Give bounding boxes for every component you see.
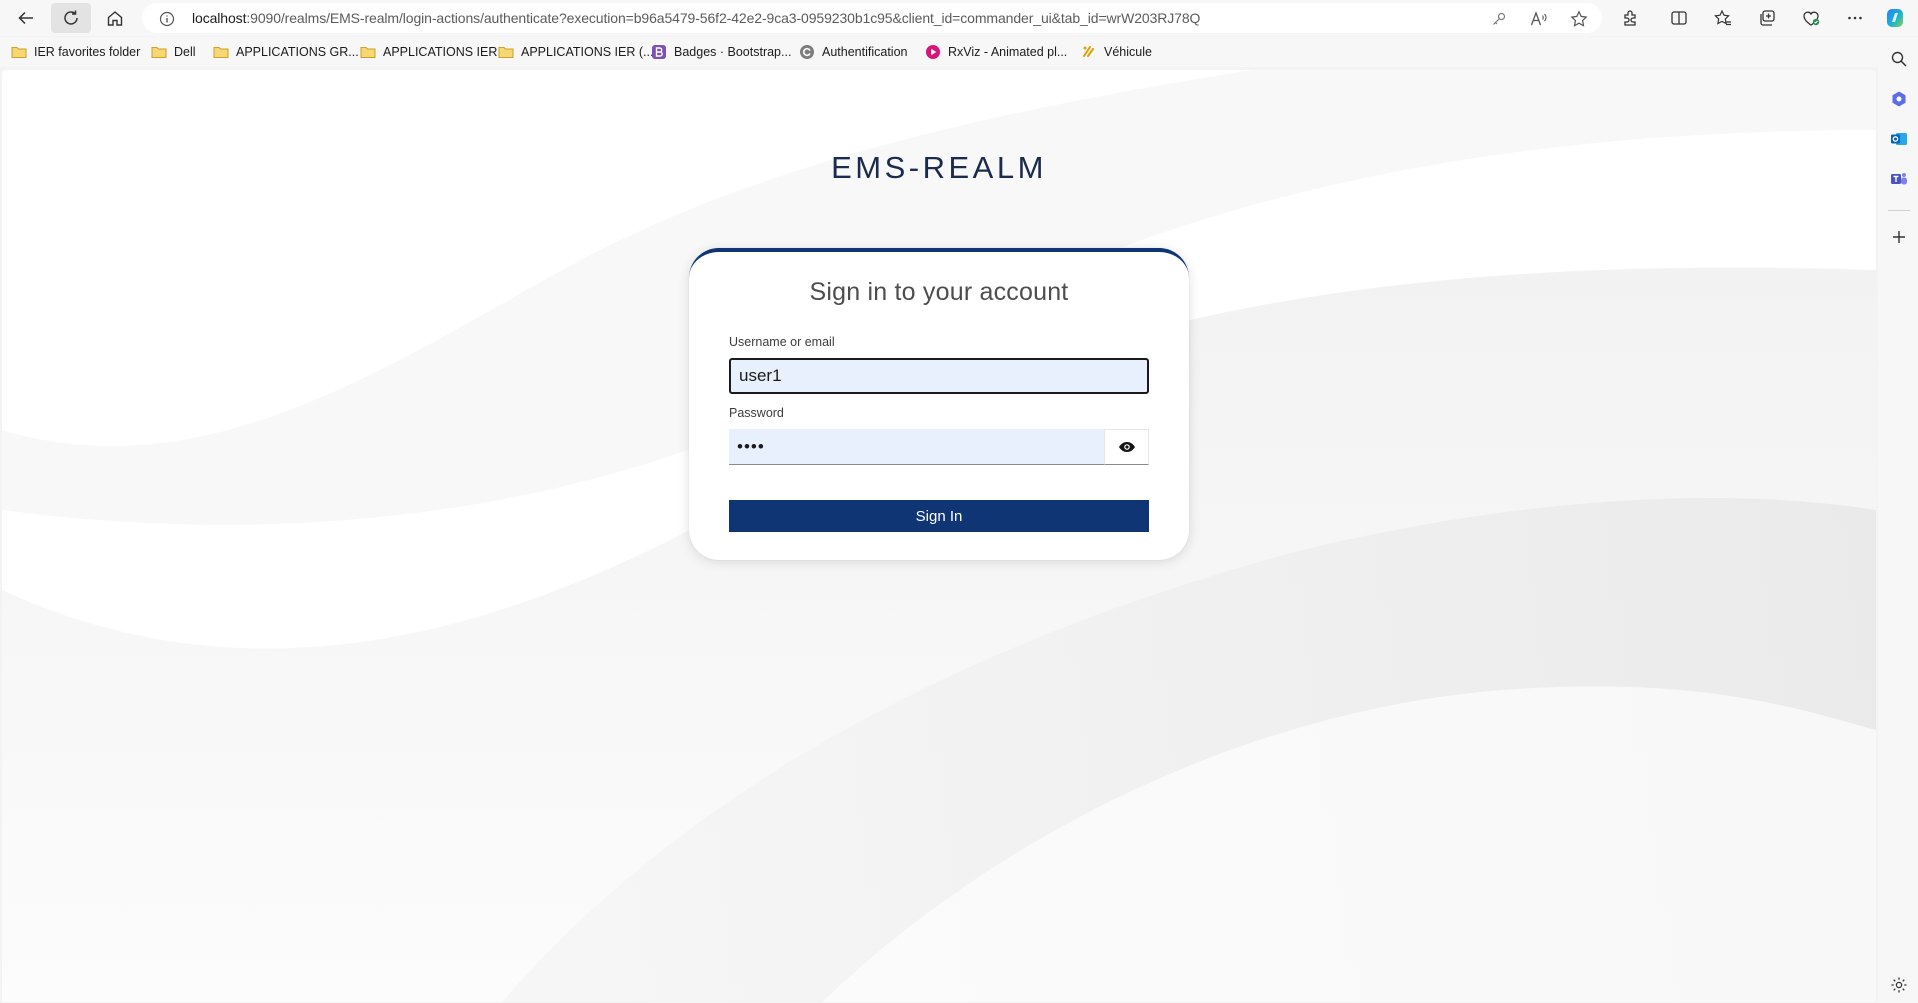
sign-in-button[interactable]: Sign In bbox=[729, 500, 1149, 532]
bookmark-label: IER favorites folder bbox=[34, 45, 141, 59]
site-icon bbox=[799, 44, 815, 60]
bookmark-item[interactable]: Dell bbox=[151, 41, 196, 63]
copilot-apps-icon[interactable] bbox=[1887, 87, 1911, 111]
card-title: Sign in to your account bbox=[809, 278, 1069, 306]
outlook-icon[interactable] bbox=[1887, 127, 1911, 151]
bookmark-item[interactable]: Véhicule bbox=[1081, 41, 1152, 63]
bookmark-label: Véhicule bbox=[1104, 45, 1152, 59]
bookmark-item[interactable]: APPLICATIONS GR... bbox=[213, 41, 359, 63]
key-icon[interactable] bbox=[1488, 8, 1510, 30]
home-button[interactable] bbox=[95, 3, 135, 33]
refresh-button[interactable] bbox=[51, 3, 91, 33]
car-icon bbox=[1081, 44, 1097, 60]
page-viewport: EMS-REALM Sign in to your account Userna… bbox=[2, 70, 1876, 1002]
address-host: localhost bbox=[192, 10, 247, 26]
username-label: Username or email bbox=[729, 335, 835, 349]
username-input[interactable] bbox=[729, 358, 1149, 394]
bootstrap-icon bbox=[651, 44, 667, 60]
browser-toolbar: localhost:9090/realms/EMS-realm/login-ac… bbox=[0, 0, 1918, 36]
bookmark-item[interactable]: APPLICATIONS IER bbox=[360, 41, 497, 63]
login-card: Sign in to your account Username or emai… bbox=[689, 248, 1189, 560]
settings-gear-icon[interactable] bbox=[1887, 973, 1911, 997]
favorite-star-icon[interactable] bbox=[1568, 8, 1590, 30]
bookmarks-bar: IER favorites folder Dell APPLICATIONS G… bbox=[0, 37, 1918, 67]
bookmark-label: Authentification bbox=[822, 45, 908, 59]
bookmark-item[interactable]: Badges · Bootstrap... bbox=[651, 41, 791, 63]
home-icon bbox=[107, 11, 123, 26]
bookmark-label: Badges · Bootstrap... bbox=[674, 45, 792, 59]
back-button[interactable] bbox=[6, 3, 46, 33]
folder-icon bbox=[498, 44, 514, 60]
bookmark-label: APPLICATIONS IER (... bbox=[521, 45, 654, 59]
browser-essentials-icon[interactable] bbox=[1798, 5, 1824, 31]
address-bar[interactable]: localhost:9090/realms/EMS-realm/login-ac… bbox=[142, 3, 1602, 33]
folder-icon bbox=[213, 44, 229, 60]
read-aloud-icon[interactable] bbox=[1528, 8, 1550, 30]
bookmark-item[interactable]: IER favorites folder bbox=[11, 41, 140, 63]
bookmark-item[interactable]: APPLICATIONS IER (... bbox=[498, 41, 653, 63]
collections-icon[interactable] bbox=[1754, 5, 1780, 31]
folder-icon bbox=[360, 44, 376, 60]
bookmark-item[interactable]: Authentification bbox=[799, 41, 907, 63]
bookmark-label: RxViz - Animated pl... bbox=[948, 45, 1068, 59]
split-screen-icon[interactable] bbox=[1666, 5, 1692, 31]
folder-icon bbox=[11, 44, 27, 60]
address-path: :9090/realms/EMS-realm/login-actions/aut… bbox=[246, 10, 1201, 26]
realm-title: EMS-REALM bbox=[831, 150, 1047, 185]
extensions-icon[interactable] bbox=[1617, 5, 1643, 31]
bookmark-label: APPLICATIONS IER bbox=[383, 45, 498, 59]
play-icon bbox=[925, 44, 941, 60]
favorites-icon[interactable] bbox=[1710, 5, 1736, 31]
sidebar-divider bbox=[1888, 210, 1910, 211]
bookmark-label: APPLICATIONS GR... bbox=[236, 45, 359, 59]
back-arrow-icon bbox=[18, 11, 33, 25]
search-icon[interactable] bbox=[1887, 47, 1911, 71]
teams-icon[interactable] bbox=[1887, 167, 1911, 191]
password-input[interactable] bbox=[729, 429, 1104, 465]
browser-sidebar bbox=[1878, 37, 1918, 1003]
more-menu-icon[interactable] bbox=[1842, 5, 1868, 31]
address-url[interactable]: localhost:9090/realms/EMS-realm/login-ac… bbox=[192, 3, 1200, 33]
bookmark-label: Dell bbox=[174, 45, 196, 59]
bookmark-item[interactable]: RxViz - Animated pl... bbox=[925, 41, 1067, 63]
password-label: Password bbox=[729, 406, 784, 420]
eye-icon bbox=[1118, 442, 1135, 452]
refresh-icon bbox=[64, 10, 78, 25]
folder-icon bbox=[151, 44, 167, 60]
add-icon[interactable] bbox=[1887, 225, 1911, 249]
site-info-icon[interactable] bbox=[156, 8, 178, 30]
show-password-button[interactable] bbox=[1104, 429, 1149, 465]
copilot-icon[interactable] bbox=[1882, 5, 1908, 31]
